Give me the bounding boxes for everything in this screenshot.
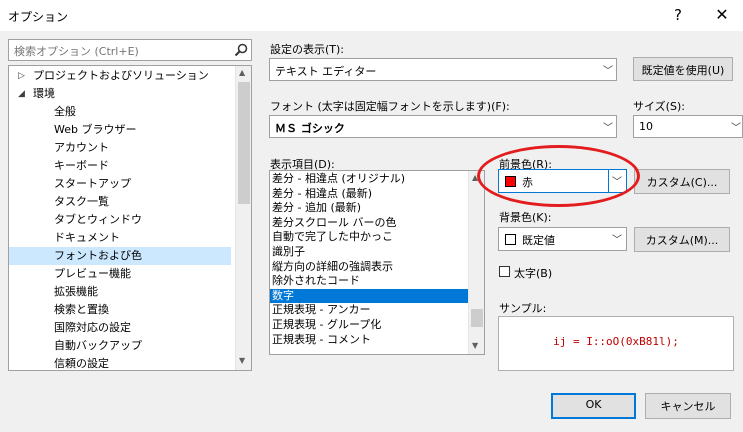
font-combo[interactable]: ＭＳ ゴシック ﹀ xyxy=(269,115,617,138)
display-settings-label: 設定の表示(T): xyxy=(270,43,345,56)
background-swatch xyxy=(505,234,516,245)
tree-item[interactable]: ▷ プロジェクトおよびソリューション xyxy=(9,67,231,85)
display-item[interactable]: 正規表現 - コメント xyxy=(270,333,468,348)
display-item[interactable]: 縦方向の詳細の強調表示 xyxy=(270,260,468,275)
display-item[interactable]: 差分スクロール バーの色 xyxy=(270,216,468,231)
tree-item-label: 自動バックアップ xyxy=(54,339,142,352)
options-tree[interactable]: ▷ プロジェクトおよびソリューション ◢ 環境全般 Web ブラウザー アカウントキーボー… xyxy=(8,65,252,371)
display-item[interactable]: 差分 - 相違点 (最新) xyxy=(270,187,468,202)
display-item[interactable]: 差分 - 追加 (最新) xyxy=(270,201,468,216)
bold-checkbox[interactable] xyxy=(499,266,510,277)
tree-item[interactable]: スタートアップ xyxy=(9,175,231,193)
tree-item-label: Web ブラウザー xyxy=(54,123,137,136)
tree-item[interactable]: タスク一覧 xyxy=(9,193,231,211)
display-item[interactable]: 識別子 xyxy=(270,245,468,260)
tree-item[interactable]: 国際対応の設定 xyxy=(9,319,231,337)
tree-item-label: プレビュー機能 xyxy=(54,267,131,280)
font-label: フォント (太字は固定幅フォントを示します)(F): xyxy=(270,100,510,113)
sample-box: ij = I::oO(0xB81l); xyxy=(498,316,734,371)
display-settings-value: テキスト エディター xyxy=(275,65,377,78)
search-icon[interactable] xyxy=(234,43,248,57)
tree-item-label: 信頼の設定 xyxy=(54,357,109,370)
scroll-thumb[interactable] xyxy=(471,309,483,327)
tree-item-label: 全般 xyxy=(54,105,76,118)
tree-item-label: 検索と置換 xyxy=(54,303,109,316)
tree-item-label: プロジェクトおよびソリューション xyxy=(33,69,209,82)
tree-item-label: タブとウィンドウ xyxy=(54,213,142,226)
tree-item[interactable]: 検索と置換 xyxy=(9,301,231,319)
expand-arrow-icon[interactable]: ▷ xyxy=(18,67,25,85)
display-item[interactable]: 自動で完了した中かっこ xyxy=(270,230,468,245)
background-value: 既定値 xyxy=(522,234,555,247)
foreground-custom-button[interactable]: カスタム(C)... xyxy=(634,169,730,194)
tree-item-label: ドキュメント xyxy=(54,231,120,244)
collapse-arrow-icon[interactable]: ◢ xyxy=(18,85,25,103)
display-item[interactable]: 正規表現 - グループ化 xyxy=(270,318,468,333)
size-value: 10 xyxy=(639,120,653,133)
background-combo[interactable]: 既定値 ﹀ xyxy=(498,227,627,251)
tree-item[interactable]: 拡張機能 xyxy=(9,283,231,301)
tree-item-label: キーボード xyxy=(54,159,109,172)
tree-item[interactable]: 自動バックアップ xyxy=(9,337,231,355)
size-combo[interactable]: 10 ﹀ xyxy=(633,115,743,138)
use-defaults-button[interactable]: 既定値を使用(U) xyxy=(633,57,733,81)
tree-item[interactable]: プレビュー機能 xyxy=(9,265,231,283)
size-label: サイズ(S): xyxy=(633,100,685,113)
tree-item[interactable]: ◢ 環境 xyxy=(9,85,231,103)
tree-item-label: 拡張機能 xyxy=(54,285,98,298)
tree-item[interactable]: タブとウィンドウ xyxy=(9,211,231,229)
tree-item[interactable]: ドキュメント xyxy=(9,229,231,247)
scroll-down-icon[interactable]: ▼ xyxy=(239,356,245,365)
scroll-up-icon[interactable]: ▲ xyxy=(239,68,245,77)
tree-item-label: 環境 xyxy=(33,87,55,100)
display-item[interactable]: 正規表現 - アンカー xyxy=(270,303,468,318)
tree-item[interactable]: フォントおよび色 xyxy=(9,247,231,265)
tree-item-label: アカウント xyxy=(54,141,109,154)
tree-item-label: スタートアップ xyxy=(54,177,131,190)
display-items-scrollbar[interactable]: ▲ ▼ xyxy=(468,171,484,354)
display-settings-combo[interactable]: テキスト エディター ﹀ xyxy=(269,58,617,81)
sample-label: サンプル: xyxy=(499,302,547,315)
window-title: オプション xyxy=(8,10,69,24)
background-custom-button[interactable]: カスタム(M)... xyxy=(634,227,730,252)
scroll-thumb[interactable] xyxy=(238,82,250,204)
display-items-list[interactable]: 差分 - 相違点 (オリジナル) 差分 - 相違点 (最新) 差分 - 追加 (最新… xyxy=(269,170,485,355)
search-input[interactable] xyxy=(12,42,228,60)
tree-item[interactable]: Web ブラウザー xyxy=(9,121,231,139)
scroll-down-icon[interactable]: ▼ xyxy=(472,341,478,350)
help-button[interactable]: ? xyxy=(660,2,696,28)
cancel-button[interactable]: キャンセル xyxy=(645,393,731,419)
display-item[interactable]: 数字 xyxy=(270,288,468,304)
bold-label: 太字(B) xyxy=(514,267,553,280)
tree-item[interactable]: アカウント xyxy=(9,139,231,157)
tree-item-label: フォントおよび色 xyxy=(54,249,142,262)
display-item[interactable]: 差分 - 相違点 (オリジナル) xyxy=(270,172,468,187)
font-value: ＭＳ ゴシック xyxy=(275,122,345,135)
sample-text: ij = I::oO(0xB81l); xyxy=(553,335,679,348)
chevron-down-icon[interactable]: ﹀ xyxy=(603,62,613,77)
search-box[interactable] xyxy=(8,39,252,61)
display-item[interactable]: 除外されたコード xyxy=(270,274,468,289)
annotation-circle xyxy=(477,145,640,207)
ok-button[interactable]: OK xyxy=(551,393,636,419)
tree-item[interactable]: キーボード xyxy=(9,157,231,175)
title-bar: オプション ? ✕ xyxy=(0,0,743,31)
chevron-down-icon[interactable]: ﹀ xyxy=(603,119,613,134)
chevron-down-icon[interactable]: ﹀ xyxy=(612,231,622,246)
chevron-down-icon[interactable]: ﹀ xyxy=(731,119,741,134)
tree-item[interactable]: 信頼の設定 xyxy=(9,355,231,370)
tree-item-label: 国際対応の設定 xyxy=(54,321,131,334)
tree-item-label: タスク一覧 xyxy=(54,195,109,208)
tree-item[interactable]: 全般 xyxy=(9,103,231,121)
tree-scrollbar[interactable]: ▲ ▼ xyxy=(235,66,251,370)
background-label: 背景色(K): xyxy=(499,211,552,224)
close-button[interactable]: ✕ xyxy=(704,2,740,28)
